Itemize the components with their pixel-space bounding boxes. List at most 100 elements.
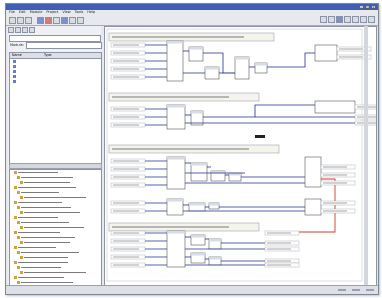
block-header <box>189 203 205 206</box>
tree-item-label <box>21 281 73 284</box>
refresh-icon[interactable] <box>22 27 28 33</box>
tree-item-label <box>21 191 59 194</box>
pointer-icon[interactable] <box>344 16 351 23</box>
module-name-field[interactable] <box>26 42 102 49</box>
tree-item-label <box>24 271 86 274</box>
minimize-button[interactable]: – <box>359 5 364 9</box>
path-field[interactable] <box>9 35 101 42</box>
tree-item-label <box>21 266 61 269</box>
function-block[interactable] <box>314 44 338 62</box>
signal-icon <box>13 80 16 83</box>
tree-item-label <box>21 176 73 179</box>
folder-icon <box>20 211 23 214</box>
block-header <box>205 67 219 70</box>
marker <box>255 135 265 138</box>
column-type[interactable]: Type <box>42 53 74 58</box>
tree-item-label <box>21 236 75 239</box>
block-header <box>255 63 267 66</box>
block-header <box>191 253 205 256</box>
status-bar <box>6 285 378 294</box>
tree-item-label <box>18 276 64 279</box>
run-icon[interactable] <box>37 16 44 24</box>
help-icon[interactable] <box>77 16 84 24</box>
tree-item-label <box>21 221 69 224</box>
function-block[interactable] <box>166 156 186 190</box>
project-tree[interactable] <box>9 169 102 290</box>
tree-item-label <box>18 201 62 204</box>
text-icon[interactable] <box>360 16 367 23</box>
connection-wire <box>203 104 315 118</box>
function-block[interactable] <box>304 198 322 216</box>
function-block[interactable] <box>166 40 184 82</box>
tree-item-label <box>24 196 86 199</box>
panel-toolbar <box>8 26 101 34</box>
module-browser-panel: Module: Name Type <box>8 26 102 290</box>
folder-icon <box>14 261 17 264</box>
canvas-scrollbar[interactable] <box>364 26 368 285</box>
folder-icon <box>17 176 20 179</box>
function-block[interactable] <box>166 104 186 130</box>
folder-icon[interactable] <box>29 27 35 33</box>
grid-icon[interactable] <box>336 16 343 23</box>
block-header <box>191 111 203 114</box>
function-block-diagram <box>106 28 376 282</box>
folder-icon <box>17 281 20 284</box>
function-block[interactable] <box>166 230 186 268</box>
folder-icon <box>17 221 20 224</box>
function-block[interactable] <box>304 156 322 188</box>
new-icon[interactable] <box>9 16 16 24</box>
highlighted-wire[interactable] <box>265 178 336 233</box>
list-item[interactable] <box>10 79 101 84</box>
toolbar-separator <box>33 17 36 24</box>
open-icon[interactable] <box>17 16 24 24</box>
block-header <box>167 199 183 202</box>
folder-icon <box>14 201 17 204</box>
block-header <box>167 231 185 234</box>
function-block[interactable] <box>234 56 250 80</box>
folder-icon <box>17 206 20 209</box>
block-header <box>209 203 219 206</box>
block-header <box>209 257 221 260</box>
diagram-canvas[interactable] <box>104 26 377 287</box>
wire-icon[interactable] <box>352 16 359 23</box>
folder-icon <box>14 171 17 174</box>
folder-icon <box>14 276 17 279</box>
block-header <box>191 163 207 166</box>
tree-item-label <box>18 186 76 189</box>
block-header <box>189 47 203 50</box>
folder-icon <box>20 226 23 229</box>
folder-icon <box>14 216 17 219</box>
stop-icon[interactable] <box>45 16 52 24</box>
save-icon[interactable] <box>25 16 32 24</box>
signal-list[interactable]: Name Type <box>9 52 102 164</box>
block-header <box>209 239 221 242</box>
folder-icon <box>17 191 20 194</box>
window-icon[interactable] <box>368 16 375 23</box>
tree-item-label <box>24 241 70 244</box>
close-button[interactable]: × <box>371 5 376 9</box>
zoom-out-icon[interactable] <box>328 16 335 23</box>
column-name[interactable]: Name <box>10 53 42 58</box>
block-header <box>191 235 205 238</box>
signal-icon <box>13 65 16 68</box>
function-block[interactable] <box>314 100 356 114</box>
application-window: – □ × File Edit Module Project View Tool… <box>5 3 379 295</box>
tree-item-label <box>24 211 80 214</box>
folder-icon <box>20 271 23 274</box>
maximize-button[interactable]: □ <box>365 5 370 9</box>
view-toolbar <box>320 16 375 23</box>
signal-icon <box>13 70 16 73</box>
compile-icon[interactable] <box>53 16 60 24</box>
print-icon[interactable] <box>69 16 76 24</box>
download-icon[interactable] <box>61 16 68 24</box>
folder-icon <box>20 256 23 259</box>
tree-item-label <box>24 181 70 184</box>
tree-item-label <box>18 246 56 249</box>
filter-icon[interactable] <box>8 27 14 33</box>
module-label: Module: <box>10 43 24 47</box>
sort-icon[interactable] <box>15 27 21 33</box>
function-block[interactable] <box>190 162 208 182</box>
tree-item-label <box>18 261 68 264</box>
block-header <box>167 41 183 44</box>
zoom-in-icon[interactable] <box>320 16 327 23</box>
